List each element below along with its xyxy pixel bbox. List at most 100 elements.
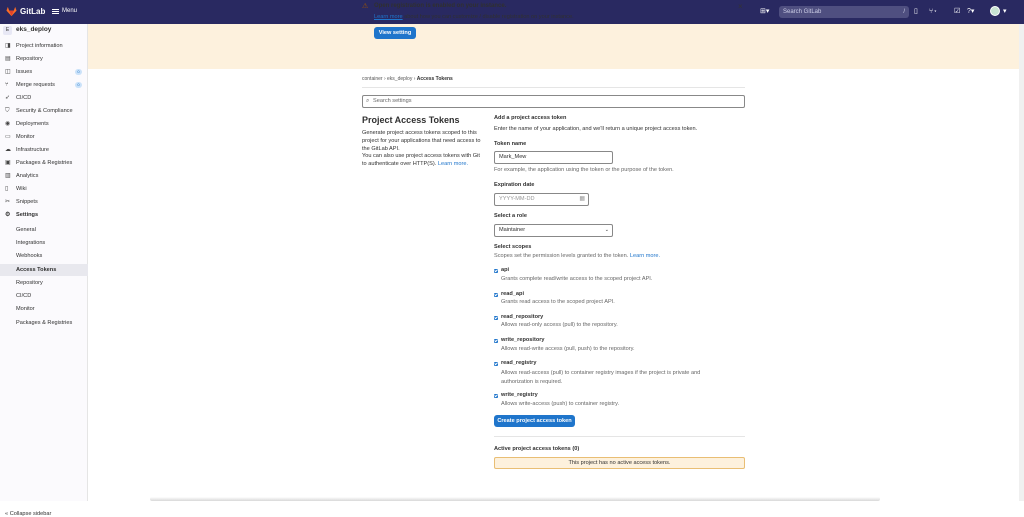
issues-icon[interactable]: ▯ bbox=[914, 7, 918, 17]
scope-read-repository-checkbox[interactable] bbox=[494, 316, 498, 320]
menu-button[interactable]: Menu bbox=[52, 8, 77, 14]
sidebar-subitem-repository[interactable]: Repository bbox=[0, 277, 88, 289]
scopes-learn-more-link[interactable]: Learn more. bbox=[630, 253, 660, 259]
role-label: Select a role bbox=[494, 213, 527, 219]
sidebar-item-infrastructure[interactable]: ☁ Infrastructure bbox=[0, 144, 88, 156]
sidebar-item-label: Packages & Registries bbox=[16, 160, 73, 166]
search-settings-placeholder: Search settings bbox=[373, 98, 412, 104]
merge-request-icon[interactable]: ⑂▾ bbox=[929, 7, 937, 17]
sidebar-item-analytics[interactable]: ▥ Analytics bbox=[0, 170, 88, 182]
chevron-down-icon: ⌄ bbox=[604, 227, 609, 233]
scope-write-registry-desc: Allows write-access (push) to container … bbox=[501, 401, 620, 407]
breadcrumb-container[interactable]: container bbox=[362, 76, 383, 82]
sidebar-item-security[interactable]: ⛉ Security & Compliance bbox=[0, 105, 88, 117]
calendar-icon[interactable]: ▦ bbox=[579, 194, 585, 205]
scopes-help: Scopes set the permission levels granted… bbox=[494, 253, 660, 259]
gitlab-logo-icon[interactable] bbox=[6, 6, 17, 17]
scope-write-repository-label: write_repository bbox=[501, 337, 545, 343]
divider bbox=[494, 436, 745, 437]
expiration-placeholder: YYYY-MM-DD bbox=[499, 196, 535, 202]
todo-icon[interactable]: ☑ bbox=[954, 7, 960, 17]
sidebar: Eeks_deploy ◨ Project information ▤ Reposi… bbox=[0, 24, 88, 517]
sidebar-item-label: Monitor bbox=[16, 134, 35, 140]
chart-icon: ▥ bbox=[5, 173, 11, 179]
scope-read-registry-checkbox[interactable] bbox=[494, 362, 498, 366]
sidebar-item-label: Repository bbox=[16, 56, 43, 62]
banner-learn-more-link[interactable]: Learn more bbox=[374, 14, 403, 20]
no-tokens-alert: This project has no active access tokens… bbox=[494, 457, 745, 469]
search-shortcut: / bbox=[903, 9, 905, 15]
sidebar-item-label: Integrations bbox=[16, 240, 46, 246]
close-icon[interactable]: × bbox=[738, 2, 743, 11]
issues-count-badge: 0 bbox=[75, 69, 82, 75]
scope-write-registry-label: write_registry bbox=[501, 392, 538, 398]
brand-name[interactable]: GitLab bbox=[20, 7, 45, 16]
sidebar-item-label: Settings bbox=[16, 212, 39, 218]
sidebar-item-snippets[interactable]: ✂ Snippets bbox=[0, 196, 88, 208]
view-setting-button[interactable]: View setting bbox=[374, 27, 416, 39]
scope-read-registry-label: read_registry bbox=[501, 360, 537, 366]
scope-read-repository-label: read_repository bbox=[501, 314, 544, 320]
chevron-down-icon[interactable]: ▾ bbox=[1003, 7, 1007, 17]
learn-more-link[interactable]: Learn more. bbox=[438, 161, 468, 167]
deployments-icon: ◉ bbox=[5, 121, 11, 127]
sidebar-item-cicd[interactable]: ➶ CI/CD bbox=[0, 92, 88, 104]
sidebar-item-label: Monitor bbox=[16, 306, 35, 312]
sidebar-item-settings[interactable]: ⚙ Settings bbox=[0, 209, 88, 221]
top-navbar: GitLab Menu ⊞▾ Search GitLab / ▯ ⑂▾ ☑ ?▾… bbox=[0, 0, 1024, 24]
merge-requests-count-badge: 0 bbox=[75, 82, 82, 88]
sidebar-item-issues[interactable]: ◫ Issues 0 bbox=[0, 66, 88, 78]
sidebar-item-label: Project information bbox=[16, 43, 63, 49]
cloud-icon: ☁ bbox=[5, 147, 11, 153]
sidebar-project[interactable]: Eeks_deploy bbox=[3, 26, 87, 38]
breadcrumb: container › eks_deploy › Access Tokens bbox=[362, 76, 453, 82]
rocket-icon: ➶ bbox=[5, 95, 11, 101]
scope-read-registry-desc: Allows read-access (pull) to container r… bbox=[501, 370, 701, 385]
collapse-sidebar-button[interactable]: « Collapse sidebar bbox=[5, 511, 51, 517]
sidebar-subitem-cicd[interactable]: CI/CD bbox=[0, 290, 88, 302]
sidebar-subitem-integrations[interactable]: Integrations bbox=[0, 237, 88, 249]
sidebar-item-deployments[interactable]: ◉ Deployments bbox=[0, 118, 88, 130]
token-name-field[interactable]: Mark_Mew bbox=[494, 151, 613, 164]
scope-api-checkbox[interactable] bbox=[494, 269, 498, 273]
avatar[interactable] bbox=[990, 6, 1000, 16]
create-token-button[interactable]: Create project access token bbox=[494, 415, 575, 427]
sidebar-subitem-access-tokens[interactable]: Access Tokens bbox=[0, 264, 88, 276]
scope-read-api-checkbox[interactable] bbox=[494, 293, 498, 297]
merge-request-icon: ⑂ bbox=[5, 82, 9, 88]
sidebar-item-merge-requests[interactable]: ⑂ Merge requests 0 bbox=[0, 79, 88, 91]
breadcrumb-current[interactable]: Access Tokens bbox=[417, 76, 453, 82]
sidebar-subitem-webhooks[interactable]: Webhooks bbox=[0, 250, 88, 262]
sidebar-item-label: Security & Compliance bbox=[16, 108, 73, 114]
expiration-date-field[interactable]: YYYY-MM-DD ▦ bbox=[494, 193, 589, 206]
sidebar-subitem-monitor[interactable]: Monitor bbox=[0, 303, 88, 315]
token-name-value: Mark_Mew bbox=[499, 154, 527, 160]
role-value: Maintainer bbox=[499, 227, 526, 233]
plus-icon[interactable]: ⊞▾ bbox=[760, 7, 769, 17]
sidebar-item-repository[interactable]: ▤ Repository bbox=[0, 53, 88, 65]
sidebar-item-label: CI/CD bbox=[16, 95, 32, 101]
scrollbar[interactable] bbox=[1019, 24, 1024, 501]
help-icon[interactable]: ?▾ bbox=[967, 7, 974, 17]
sidebar-subitem-general[interactable]: General bbox=[0, 224, 88, 236]
breadcrumb-project[interactable]: eks_deploy bbox=[387, 76, 412, 82]
scope-write-registry-checkbox[interactable] bbox=[494, 394, 498, 398]
sidebar-subitem-packages[interactable]: Packages & Registries bbox=[0, 317, 88, 329]
sidebar-item-monitor[interactable]: ▭ Monitor bbox=[0, 131, 88, 143]
search-settings-input[interactable]: ⌕ Search settings bbox=[362, 95, 745, 108]
role-select[interactable]: Maintainer ⌄ bbox=[494, 224, 613, 237]
token-name-label: Token name bbox=[494, 141, 527, 147]
search-input[interactable]: Search GitLab / bbox=[779, 6, 909, 18]
scope-api-desc: Grants complete read/write access to the… bbox=[501, 276, 653, 282]
sidebar-item-project-information[interactable]: ◨ Project information bbox=[0, 40, 88, 52]
info-icon: ◨ bbox=[5, 43, 11, 49]
sidebar-item-label: Access Tokens bbox=[16, 267, 57, 273]
sidebar-item-wiki[interactable]: ▯ Wiki bbox=[0, 183, 88, 195]
scope-read-api-desc: Grants read access to the scoped project… bbox=[501, 299, 615, 305]
scopes-label: Select scopes bbox=[494, 244, 532, 250]
scope-write-repository-checkbox[interactable] bbox=[494, 339, 498, 343]
sidebar-item-packages[interactable]: ▣ Packages & Registries bbox=[0, 157, 88, 169]
scope-write-repository-desc: Allows read-write access (pull, push) to… bbox=[501, 346, 635, 352]
sidebar-item-label: CI/CD bbox=[16, 293, 32, 299]
window-shadow bbox=[150, 497, 880, 501]
